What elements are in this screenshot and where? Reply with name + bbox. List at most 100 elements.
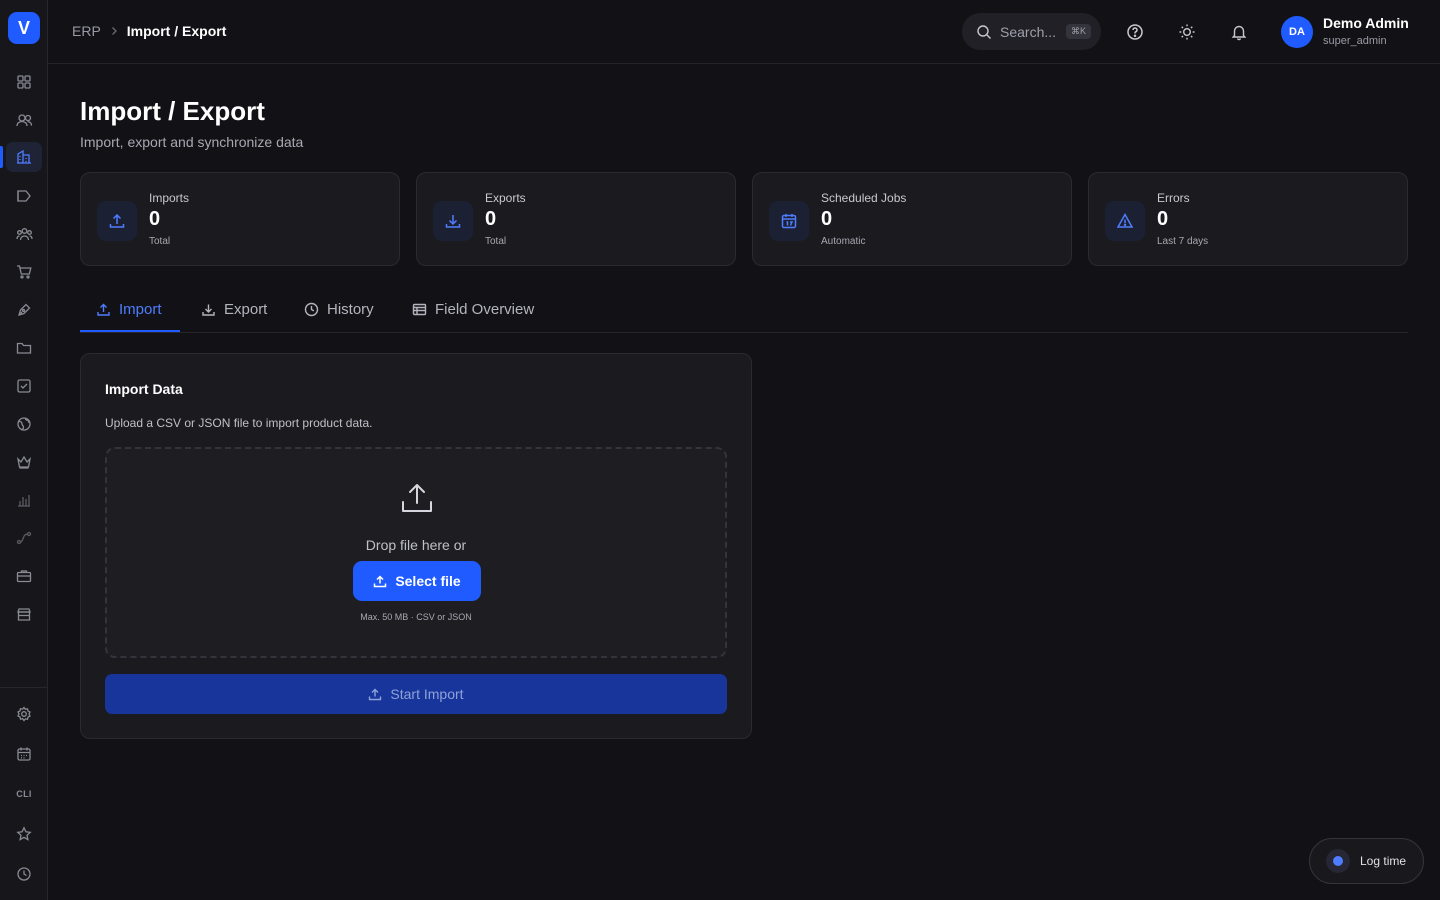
file-dropzone[interactable]: Drop file here or Select file Max. 50 MB…: [105, 447, 727, 658]
active-tab-indicator: [80, 330, 180, 332]
sidebar-item-users[interactable]: [6, 105, 42, 135]
sidebar-item-premium[interactable]: [6, 447, 42, 477]
help-button[interactable]: [1123, 20, 1147, 44]
download-icon: [445, 215, 461, 228]
user-name[interactable]: Demo Admin: [1323, 15, 1409, 31]
breadcrumb: ERP Import / Export: [72, 23, 226, 39]
search-icon: [977, 24, 991, 39]
sidebar-item-files[interactable]: [6, 333, 42, 363]
nav-active-indicator: [0, 146, 3, 168]
stat-card-errors: Errors 0 Last 7 days: [1088, 172, 1408, 266]
sidebar-item-cli[interactable]: CLI: [6, 779, 42, 809]
crown-icon: [16, 455, 32, 469]
stat-value: 0: [149, 208, 161, 230]
tag-icon: [17, 190, 31, 202]
upload-icon: [97, 303, 110, 316]
cart-icon: [17, 265, 32, 279]
stat-icon-box: [769, 201, 809, 241]
sidebar-item-dashboard[interactable]: [6, 67, 42, 97]
calendar-icon: [17, 747, 31, 761]
clock-icon: [304, 302, 319, 316]
start-import-label: Start Import: [390, 686, 464, 702]
page-subtitle: Import, export and synchronize data: [80, 134, 304, 150]
sidebar-divider: [0, 687, 48, 688]
tab-export[interactable]: Export: [185, 286, 283, 332]
sidebar-item-orders[interactable]: [6, 257, 42, 287]
tab-bar: Import Export History Field Overview: [80, 286, 1408, 333]
sun-icon: [1179, 24, 1195, 40]
sidebar-item-design[interactable]: [6, 295, 42, 325]
search-input[interactable]: Search... ⌘K: [962, 13, 1101, 50]
sidebar-item-reports[interactable]: [6, 485, 42, 515]
dropzone-text: Drop file here or: [365, 537, 467, 553]
stat-card-imports: Imports 0 Total: [80, 172, 400, 266]
stat-icon-box: [1105, 201, 1145, 241]
panel-title: Import Data: [105, 381, 183, 397]
notifications-button[interactable]: [1227, 20, 1251, 44]
stat-sub: Total: [485, 236, 507, 247]
team-icon: [15, 228, 33, 241]
sidebar-item-routes[interactable]: [6, 523, 42, 553]
breadcrumb-current: Import / Export: [126, 23, 227, 39]
sidebar-item-settings[interactable]: [6, 699, 42, 729]
stat-card-exports: Exports 0 Total: [416, 172, 736, 266]
tab-label: Field Overview: [435, 300, 535, 318]
warning-icon: [1116, 212, 1134, 228]
tab-label: History: [327, 300, 374, 318]
stat-value: 0: [1157, 208, 1169, 230]
stat-icon-box: [433, 201, 473, 241]
store-icon: [17, 608, 31, 621]
tab-field-overview[interactable]: Field Overview: [396, 286, 550, 332]
sidebar-item-favorites[interactable]: [6, 819, 42, 849]
stat-sub: Last 7 days: [1157, 236, 1209, 247]
gear-icon: [17, 706, 31, 722]
sidebar-item-team[interactable]: [6, 219, 42, 249]
bar-chart-icon: [18, 495, 30, 507]
upload-icon: [369, 688, 382, 701]
page-title: Import / Export: [80, 96, 265, 126]
sidebar-item-store[interactable]: [6, 599, 42, 629]
stat-card-scheduled-jobs: Scheduled Jobs 0 Automatic: [752, 172, 1072, 266]
cli-icon: CLI: [16, 789, 32, 799]
tab-label: Import: [119, 300, 162, 318]
building-icon: [17, 149, 31, 164]
stat-label: Scheduled Jobs: [821, 191, 907, 205]
stat-label: Exports: [485, 191, 526, 205]
sidebar-item-time[interactable]: [6, 859, 42, 889]
users-icon: [15, 114, 32, 127]
stat-label: Imports: [149, 191, 190, 205]
stat-sub: Total: [149, 236, 171, 247]
theme-toggle-button[interactable]: [1175, 20, 1199, 44]
select-file-button[interactable]: Select file: [353, 561, 481, 601]
chevron-right-icon: [111, 27, 117, 35]
stat-sub: Automatic: [821, 236, 866, 247]
log-time-button[interactable]: Log time: [1309, 838, 1424, 884]
sidebar-item-tasks[interactable]: [6, 371, 42, 401]
app-logo[interactable]: V: [8, 12, 40, 44]
upload-icon: [109, 213, 125, 228]
stat-icon-box: [97, 201, 137, 241]
sidebar-item-tags[interactable]: [6, 181, 42, 211]
start-import-button[interactable]: Start Import: [105, 674, 727, 714]
panel-description: Upload a CSV or JSON file to import prod…: [105, 416, 373, 430]
pen-icon: [18, 303, 31, 316]
sidebar-item-data[interactable]: [6, 142, 42, 172]
log-time-label: Log time: [1360, 854, 1407, 868]
sidebar-item-global[interactable]: [6, 409, 42, 439]
tab-import[interactable]: Import: [80, 286, 178, 332]
search-shortcut-badge: ⌘K: [1066, 24, 1092, 39]
tab-history[interactable]: History: [288, 286, 390, 332]
upload-icon: [400, 481, 434, 515]
avatar[interactable]: DA: [1281, 16, 1313, 48]
download-icon: [202, 304, 215, 316]
select-file-label: Select file: [395, 573, 461, 589]
top-header: ERP Import / Export Search... ⌘K DA Demo…: [48, 0, 1440, 64]
import-panel: Import Data Upload a CSV or JSON file to…: [80, 353, 752, 739]
sidebar: V CLI: [0, 0, 48, 900]
sidebar-item-calendar[interactable]: [6, 739, 42, 769]
sidebar-item-jobs[interactable]: [6, 561, 42, 591]
breadcrumb-root[interactable]: ERP: [72, 23, 101, 39]
help-icon: [1127, 24, 1143, 40]
grid-icon: [17, 75, 31, 89]
calendar-icon: [781, 214, 797, 229]
